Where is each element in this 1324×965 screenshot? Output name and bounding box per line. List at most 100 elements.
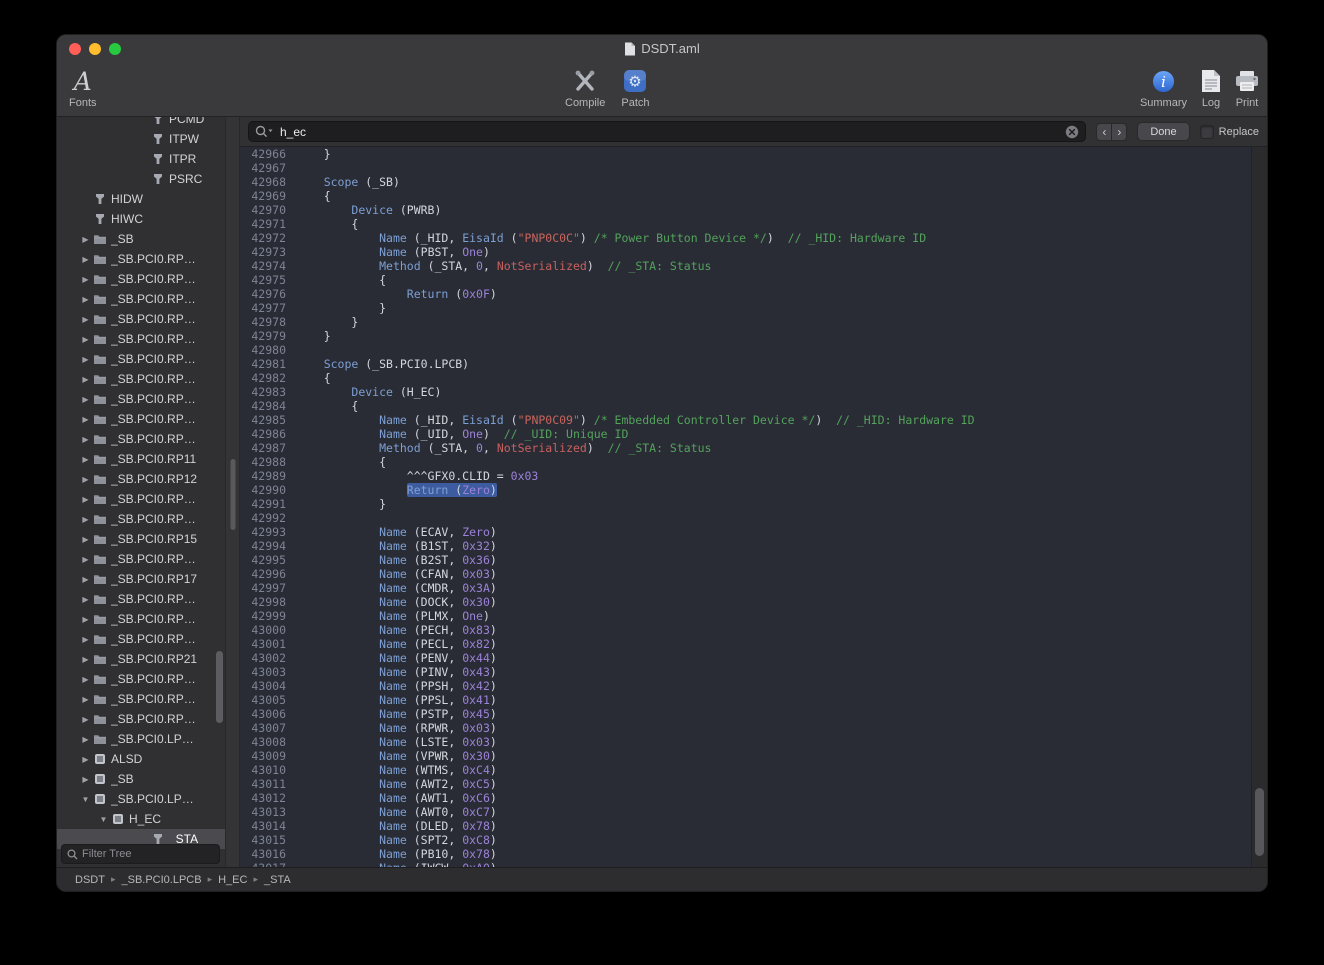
disclosure-triangle-icon[interactable]: ▶	[79, 615, 92, 624]
tree-item-_sb-pci0-rp[interactable]: ▶_SB.PCI0.RP…	[57, 549, 225, 569]
compile-button[interactable]: Compile	[565, 66, 605, 109]
clear-search-icon[interactable]	[1065, 125, 1079, 139]
tree-item-_sb-pci0-rp[interactable]: ▶_SB.PCI0.RP…	[57, 629, 225, 649]
disclosure-triangle-icon[interactable]: ▶	[79, 455, 92, 464]
tree-item-_sb[interactable]: ▶_SB	[57, 769, 225, 789]
divider-drag-handle[interactable]	[230, 459, 235, 530]
tree-item-pcmd[interactable]: PCMD	[57, 117, 225, 129]
tree-item-_sb-pci0-rp[interactable]: ▶_SB.PCI0.RP…	[57, 269, 225, 289]
tree-item-_sb-pci0-rp[interactable]: ▶ _SB.PCI0.RP…	[57, 389, 225, 409]
disclosure-triangle-icon[interactable]: ▶	[79, 635, 92, 644]
tree-item-_sb-pci0-rp[interactable]: ▶_SB.PCI0.RP…	[57, 609, 225, 629]
code-line: 42993 Name (ECAV, Zero)	[240, 525, 1251, 539]
tree-item-_sb-pci0-rp11[interactable]: ▶_SB.PCI0.RP11	[57, 449, 225, 469]
tree-item-_sb-pci0-rp[interactable]: ▶_SB.PCI0.RP…	[57, 429, 225, 449]
disclosure-triangle-icon[interactable]: ▶	[79, 375, 92, 384]
tree-item-_sb-pci0-rp[interactable]: ▶_SB.PCI0.RP…	[57, 249, 225, 269]
disclosure-triangle-icon[interactable]: ▶	[79, 495, 92, 504]
tree-item-_sb-pci0-lp[interactable]: ▼_SB.PCI0.LP…	[57, 789, 225, 809]
tree-item-_sb-pci0-rp[interactable]: ▶_SB.PCI0.RP…	[57, 289, 225, 309]
tree-item-alsd[interactable]: ▶ALSD	[57, 749, 225, 769]
titlebar[interactable]: DSDT.aml	[57, 35, 1267, 62]
disclosure-triangle-icon[interactable]: ▶	[79, 255, 92, 264]
tree-item-_sb-pci0-rp21[interactable]: ▶_SB.PCI0.RP21	[57, 649, 225, 669]
tree-item-_sb-pci0-rp[interactable]: ▶_SB.PCI0.RP…	[57, 329, 225, 349]
disclosure-triangle-icon[interactable]: ▶	[79, 435, 92, 444]
disclosure-triangle-icon[interactable]: ▶	[79, 275, 92, 284]
disclosure-triangle-icon[interactable]: ▶	[79, 315, 92, 324]
disclosure-triangle-icon[interactable]: ▶	[79, 395, 92, 404]
breadcrumb-item[interactable]: DSDT	[75, 874, 105, 886]
close-window-button[interactable]	[69, 43, 81, 55]
find-previous-button[interactable]: ‹	[1096, 123, 1112, 141]
code-text: Name (SPT2, 0xC8)	[296, 833, 497, 847]
tree-item-_sb-pci0-rp[interactable]: ▶_SB.PCI0.RP…	[57, 589, 225, 609]
tree-item-hidw[interactable]: HIDW	[57, 189, 225, 209]
tree-item-h_ec[interactable]: ▼H_EC	[57, 809, 225, 829]
tree-item-psrc[interactable]: PSRC	[57, 169, 225, 189]
log-button[interactable]: Log	[1201, 66, 1221, 109]
filter-tree-field[interactable]: Filter Tree	[61, 844, 220, 864]
replace-toggle[interactable]: Replace	[1200, 125, 1259, 139]
tree-item-_sb-pci0-rp[interactable]: ▶_SB.PCI0.RP…	[57, 369, 225, 389]
tree-item-_sb-pci0-rp15[interactable]: ▶_SB.PCI0.RP15	[57, 529, 225, 549]
fonts-button[interactable]: A Fonts	[69, 66, 97, 109]
breadcrumb-item[interactable]: _STA	[264, 874, 291, 886]
disclosure-triangle-icon[interactable]: ▶	[79, 335, 92, 344]
disclosure-triangle-icon[interactable]: ▶	[79, 735, 92, 744]
disclosure-triangle-icon[interactable]: ▼	[79, 795, 92, 804]
search-menu-icon[interactable]	[255, 125, 275, 138]
editor-scrollbar-track[interactable]	[1251, 147, 1267, 867]
tree-item-_sb-pci0-rp[interactable]: ▶_SB.PCI0.RP…	[57, 669, 225, 689]
done-button[interactable]: Done	[1137, 122, 1189, 141]
disclosure-triangle-icon[interactable]: ▶	[79, 355, 92, 364]
print-button[interactable]: Print	[1235, 66, 1259, 109]
disclosure-triangle-icon[interactable]: ▶	[79, 415, 92, 424]
tree-item-itpr[interactable]: ITPR	[57, 149, 225, 169]
disclosure-triangle-icon[interactable]: ▶	[79, 475, 92, 484]
tree-item-hiwc[interactable]: HIWC	[57, 209, 225, 229]
editor-scrollbar-thumb[interactable]	[1255, 788, 1264, 856]
breadcrumb-item[interactable]: _SB.PCI0.LPCB	[121, 874, 201, 886]
disclosure-triangle-icon[interactable]: ▶	[79, 595, 92, 604]
tree-item-_sb-pci0-rp12[interactable]: ▶_SB.PCI0.RP12	[57, 469, 225, 489]
tree-item-_sb-pci0-rp[interactable]: ▶_SB.PCI0.RP…	[57, 709, 225, 729]
code-lines[interactable]: 42966 }4296742968 Scope (_SB)42969 {4297…	[240, 147, 1251, 867]
tree-item-_sb-pci0-rp[interactable]: ▶_SB.PCI0.RP…	[57, 489, 225, 509]
disclosure-triangle-icon[interactable]: ▶	[79, 675, 92, 684]
tree-item-_sb[interactable]: ▶_SB	[57, 229, 225, 249]
sidebar-scrollbar-thumb[interactable]	[216, 651, 223, 723]
disclosure-triangle-icon[interactable]: ▶	[79, 555, 92, 564]
tree-item-_sb-pci0-rp[interactable]: ▶_SB.PCI0.RP…	[57, 509, 225, 529]
disclosure-triangle-icon[interactable]: ▶	[79, 295, 92, 304]
disclosure-triangle-icon[interactable]: ▶	[79, 655, 92, 664]
disclosure-triangle-icon[interactable]: ▼	[97, 815, 110, 824]
disclosure-triangle-icon[interactable]: ▶	[79, 235, 92, 244]
replace-checkbox[interactable]	[1200, 125, 1214, 139]
split-divider[interactable]	[225, 117, 240, 867]
find-next-button[interactable]: ›	[1111, 123, 1127, 141]
zoom-window-button[interactable]	[109, 43, 121, 55]
summary-button[interactable]: i Summary	[1140, 66, 1187, 109]
tree-item-_sb-pci0-rp[interactable]: ▶_SB.PCI0.RP…	[57, 309, 225, 329]
patch-button[interactable]: ⚙ Patch	[621, 66, 649, 109]
disclosure-triangle-icon[interactable]: ▶	[79, 695, 92, 704]
tree-item-_sb-pci0-rp[interactable]: ▶_SB.PCI0.RP…	[57, 349, 225, 369]
search-field[interactable]: h_ec	[248, 121, 1086, 142]
disclosure-triangle-icon[interactable]: ▶	[79, 715, 92, 724]
disclosure-triangle-icon[interactable]: ▶	[79, 775, 92, 784]
disclosure-triangle-icon[interactable]: ▶	[79, 515, 92, 524]
disclosure-triangle-icon[interactable]: ▶	[79, 535, 92, 544]
tree-item-label: _SB.PCI0.RP…	[111, 392, 196, 406]
minimize-window-button[interactable]	[89, 43, 101, 55]
disclosure-triangle-icon[interactable]: ▶	[79, 575, 92, 584]
tree-item-_sb-pci0-lp[interactable]: ▶_SB.PCI0.LP…	[57, 729, 225, 749]
disclosure-triangle-icon[interactable]: ▶	[79, 755, 92, 764]
breadcrumb-item[interactable]: H_EC	[218, 874, 247, 886]
code-text: Name (PLMX, One)	[296, 609, 490, 623]
tree-item-_sb-pci0-rp[interactable]: ▶_SB.PCI0.RP…	[57, 689, 225, 709]
tree-item-itpw[interactable]: ITPW	[57, 129, 225, 149]
search-query-text[interactable]: h_ec	[280, 125, 306, 139]
tree-item-_sb-pci0-rp[interactable]: ▶_SB.PCI0.RP…	[57, 409, 225, 429]
tree-item-_sb-pci0-rp17[interactable]: ▶_SB.PCI0.RP17	[57, 569, 225, 589]
